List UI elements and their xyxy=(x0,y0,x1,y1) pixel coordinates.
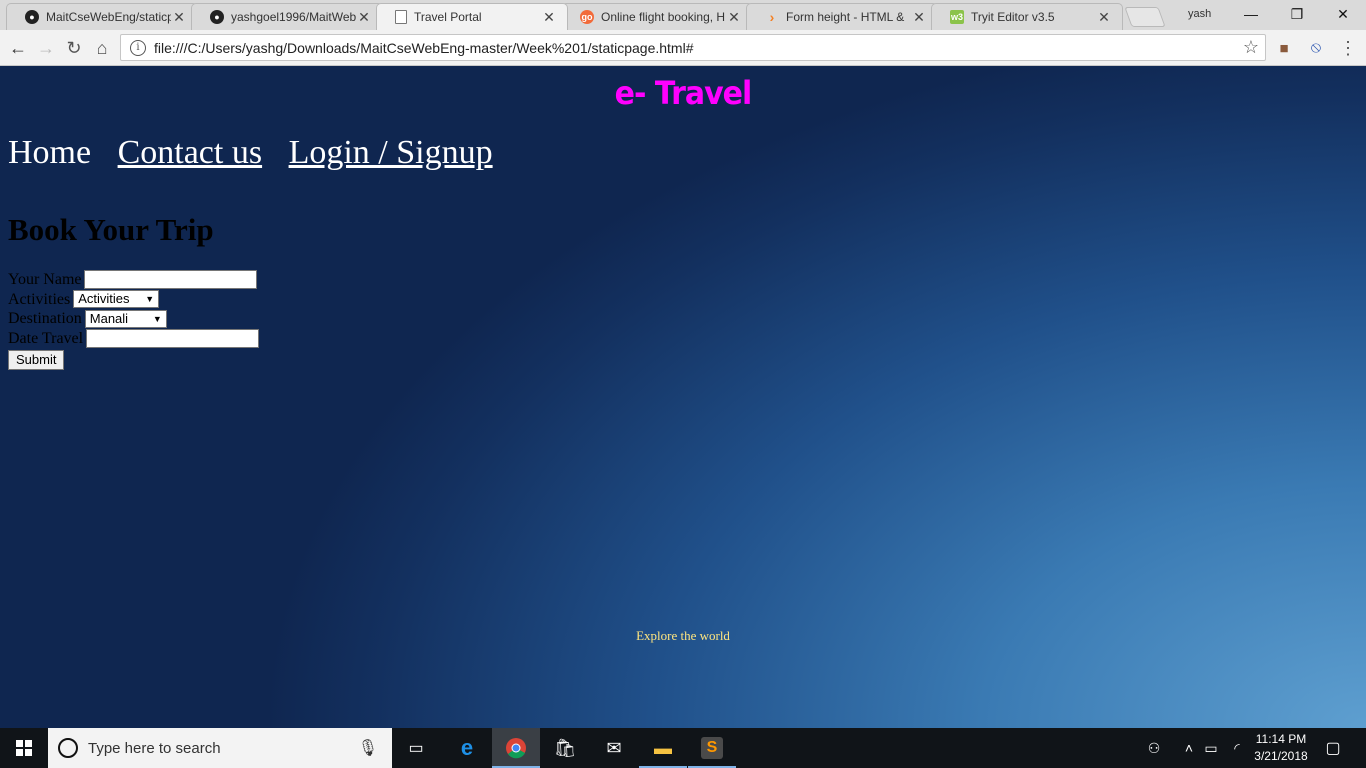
restore-icon[interactable]: ❐ xyxy=(1274,0,1320,28)
browser-toolbar: ← → ↻ ⌂ i file:///C:/Users/yashg/Downloa… xyxy=(0,30,1366,66)
page-icon xyxy=(395,10,407,24)
site-brand: e- Travel xyxy=(614,74,753,113)
code-icon: › xyxy=(769,9,775,25)
wifi-icon[interactable]: ◜ xyxy=(1226,728,1248,768)
tab-travel-portal[interactable]: Travel Portal ✕ xyxy=(376,3,568,30)
nav-home[interactable]: Home xyxy=(8,134,91,171)
info-icon[interactable]: i xyxy=(130,39,146,56)
activities-selected-value: Activities xyxy=(78,291,130,307)
windows-start-icon[interactable] xyxy=(0,728,48,768)
activities-label: Activities xyxy=(8,290,71,308)
github-icon: ● xyxy=(25,10,39,24)
destination-label: Destination xyxy=(8,310,82,328)
close-window-icon[interactable]: ✕ xyxy=(1320,0,1366,28)
close-icon[interactable]: ✕ xyxy=(726,9,742,26)
mail-icon[interactable]: ✉ xyxy=(590,728,638,768)
bookmark-star-icon[interactable]: ☆ xyxy=(1243,37,1259,58)
tab-title: Form height - HTML & xyxy=(786,10,905,24)
taskbar-clock[interactable]: 11:14 PM 3/21/2018 xyxy=(1246,731,1316,765)
tab-yashgoel[interactable]: ● yashgoel1996/MaitWeb ✕ xyxy=(191,3,383,30)
tab-maitcsewebeng[interactable]: ● MaitCseWebEng/staticp ✕ xyxy=(6,3,198,30)
search-placeholder: Type here to search xyxy=(88,739,221,757)
nav-login-link[interactable]: Login / Signup xyxy=(289,134,493,171)
minimize-icon[interactable]: — xyxy=(1228,0,1274,28)
tab-form-height[interactable]: › Form height - HTML & ✕ xyxy=(746,3,938,30)
forward-icon[interactable]: → xyxy=(34,36,58,60)
name-label: Your Name xyxy=(8,271,82,289)
tab-strip: ● MaitCseWebEng/staticp ✕ ● yashgoel1996… xyxy=(0,0,1366,30)
tab-title: Online flight booking, H xyxy=(601,10,726,24)
date-input[interactable] xyxy=(86,328,260,348)
clock-date: 3/21/2018 xyxy=(1254,749,1308,763)
tab-goibibo[interactable]: go Online flight booking, H ✕ xyxy=(561,3,753,30)
taskbar: Type here to search 🎙 ▭ e 🛍 ✉ ▬ S ⚇ ˄ ▭ … xyxy=(0,728,1366,768)
destination-select[interactable]: Manali ▼ xyxy=(84,309,167,328)
name-input[interactable] xyxy=(84,270,258,290)
close-icon[interactable]: ✕ xyxy=(171,9,187,26)
new-tab-button[interactable] xyxy=(1124,7,1166,27)
github-icon: ● xyxy=(210,10,224,24)
close-icon[interactable]: ✕ xyxy=(1096,9,1112,26)
page-title: Book Your Trip xyxy=(8,212,214,247)
home-icon[interactable]: ⌂ xyxy=(90,36,114,60)
web-page: e- Travel Home Contact us Login / Signup… xyxy=(0,66,1366,728)
destination-selected-value: Manali xyxy=(89,310,129,326)
tab-title: Tryit Editor v3.5 xyxy=(971,10,1055,24)
close-icon[interactable]: ✕ xyxy=(356,9,372,26)
tab-title: Travel Portal xyxy=(414,10,482,24)
menu-icon[interactable]: ⋮ xyxy=(1336,36,1360,60)
footer-tagline: Explore the world xyxy=(636,628,730,643)
microphone-icon[interactable]: 🎙 xyxy=(358,738,378,758)
extension-block-icon[interactable]: ⦸ xyxy=(1304,36,1328,60)
tab-tryit[interactable]: w3 Tryit Editor v3.5 ✕ xyxy=(931,3,1123,30)
url-text: file:///C:/Users/yashg/Downloads/MaitCse… xyxy=(154,39,694,56)
file-explorer-icon[interactable]: ▬ xyxy=(639,728,687,768)
dropdown-arrow-icon: ▼ xyxy=(145,294,155,305)
store-icon[interactable]: 🛍 xyxy=(541,728,589,768)
extension-briefcase-icon[interactable]: ■ xyxy=(1272,36,1296,60)
goibibo-icon: go xyxy=(580,10,594,24)
tab-title: MaitCseWebEng/staticp xyxy=(46,10,171,24)
close-icon[interactable]: ✕ xyxy=(911,9,927,26)
battery-icon[interactable]: ▭ xyxy=(1200,728,1222,768)
clock-time: 11:14 PM xyxy=(1255,732,1307,746)
address-bar[interactable]: i file:///C:/Users/yashg/Downloads/MaitC… xyxy=(120,34,1266,61)
action-center-icon[interactable]: ▢ xyxy=(1318,728,1348,768)
close-icon[interactable]: ✕ xyxy=(541,9,557,26)
back-icon[interactable]: ← xyxy=(6,36,30,60)
booking-form: Your Name Activities Activities ▼ Destin… xyxy=(8,270,260,371)
site-nav: Home Contact us Login / Signup xyxy=(8,134,511,172)
profile-name[interactable]: yash xyxy=(1188,8,1211,20)
reload-icon[interactable]: ↻ xyxy=(62,36,86,60)
sublime-text-icon[interactable]: S xyxy=(688,728,736,768)
dropdown-arrow-icon: ▼ xyxy=(152,313,162,324)
activities-select[interactable]: Activities ▼ xyxy=(73,290,160,309)
task-view-icon[interactable]: ▭ xyxy=(392,728,440,768)
taskbar-search[interactable]: Type here to search 🎙 xyxy=(48,728,392,768)
show-hidden-icons-icon[interactable]: ˄ xyxy=(1178,728,1200,768)
date-label: Date Travel xyxy=(8,329,84,347)
cortana-icon xyxy=(58,738,78,758)
w3schools-icon: w3 xyxy=(950,10,964,24)
edge-icon[interactable]: e xyxy=(443,728,491,768)
tab-title: yashgoel1996/MaitWeb xyxy=(231,10,356,24)
submit-button[interactable]: Submit xyxy=(8,350,65,371)
nav-contact-link[interactable]: Contact us xyxy=(118,134,262,171)
people-icon[interactable]: ⚇ xyxy=(1140,728,1168,768)
chrome-icon[interactable] xyxy=(492,728,540,768)
